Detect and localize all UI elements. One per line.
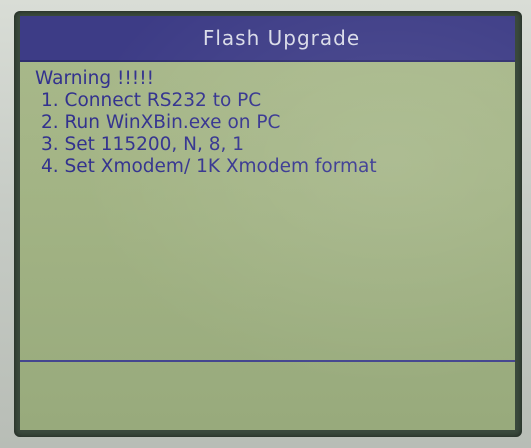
step-xmodem-format: 4. Set Xmodem/ 1K Xmodem format (41, 156, 377, 177)
warning-heading: Warning !!!!! (35, 68, 155, 89)
step-run-program: 2. Run WinXBin.exe on PC (41, 112, 281, 133)
footer-area (20, 362, 515, 430)
device-body: Flash Upgrade Warning !!!!! 1. Connect R… (0, 0, 531, 448)
step-serial-settings: 3. Set 115200, N, 8, 1 (41, 134, 245, 155)
message-panel: Warning !!!!! 1. Connect RS232 to PC 2. … (35, 68, 505, 178)
screen-title: Flash Upgrade (202, 26, 361, 50)
lcd-screen: Flash Upgrade Warning !!!!! 1. Connect R… (20, 16, 515, 430)
title-bar: Flash Upgrade (20, 16, 515, 62)
step-connect: 1. Connect RS232 to PC (41, 90, 262, 111)
